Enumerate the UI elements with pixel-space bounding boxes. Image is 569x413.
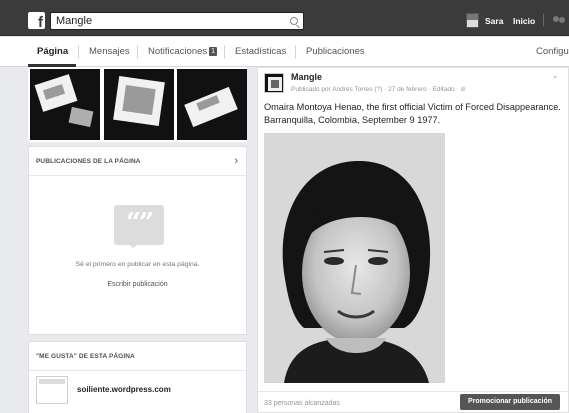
top-navigation-bar: f Mangle Sara Inicio <box>0 0 569 36</box>
page-tabs-bar: Página Mensajes Notificaciones 1 Estadíst… <box>0 37 569 67</box>
chevron-down-icon[interactable]: ⌄ <box>551 70 559 81</box>
portrait-photo <box>264 133 445 383</box>
tab-separator <box>78 45 79 59</box>
panel-divider <box>29 370 246 371</box>
tab-separator <box>224 45 225 59</box>
tab-mensajes[interactable]: Mensajes <box>89 46 130 57</box>
post-author-avatar[interactable] <box>264 73 284 93</box>
top-divider <box>543 14 544 26</box>
post-divider <box>258 391 568 392</box>
search-icon[interactable] <box>290 17 298 25</box>
liked-page-link[interactable]: soiliente.wordpress.com <box>77 385 171 394</box>
page-likes-panel: "ME GUSTA" DE ESTA PÁGINA soiliente.word… <box>28 341 247 413</box>
liked-page-thumbnail[interactable] <box>36 376 68 404</box>
page-posts-panel: PUBLICACIONES DE LA PÁGINA › “” Sé el pr… <box>28 146 247 335</box>
page-photo-2[interactable] <box>104 69 174 140</box>
search-input[interactable]: Mangle <box>50 12 304 30</box>
friends-icon[interactable] <box>553 16 567 26</box>
page-photo-3[interactable] <box>177 69 247 140</box>
search-value: Mangle <box>56 15 93 27</box>
page-photo-1[interactable] <box>30 69 100 140</box>
home-link[interactable]: Inicio <box>513 16 535 26</box>
tab-estadisticas[interactable]: Estadísticas <box>235 46 286 57</box>
write-post-link[interactable]: Escribir publicación <box>29 281 246 288</box>
quote-bubble-icon: “” <box>114 205 164 248</box>
post-photo[interactable] <box>264 133 445 383</box>
tab-separator <box>137 45 138 59</box>
panel-divider <box>29 175 246 176</box>
tab-notificaciones[interactable]: Notificaciones 1 <box>148 46 218 57</box>
promote-post-button[interactable]: Promocionar publicación <box>460 394 560 410</box>
post-text: Omaira Montoya Henao, the first official… <box>264 102 561 125</box>
user-avatar[interactable] <box>466 13 479 28</box>
post-card: Mangle Publicado por Andrés Torres (?) ·… <box>257 67 569 413</box>
post-author-name[interactable]: Mangle <box>291 72 322 82</box>
user-name-link[interactable]: Sara <box>485 16 503 26</box>
photo-strip <box>28 67 247 142</box>
tab-configuracion[interactable]: Configu <box>536 46 569 57</box>
facebook-page-window: f Mangle Sara Inicio Página Mensajes Not… <box>0 0 569 413</box>
page-posts-title[interactable]: PUBLICACIONES DE LA PÁGINA <box>36 158 141 165</box>
empty-posts-message: Sé el primero en publicar en esta página… <box>75 261 200 268</box>
tab-separator <box>295 45 296 59</box>
tab-pagina[interactable]: Página <box>37 46 68 57</box>
tab-publicaciones[interactable]: Publicaciones <box>306 46 365 57</box>
page-likes-title[interactable]: "ME GUSTA" DE ESTA PÁGINA <box>36 353 135 360</box>
post-reach: 33 personas alcanzadas <box>264 400 340 407</box>
notification-badge: 1 <box>209 47 218 56</box>
facebook-logo[interactable]: f <box>28 12 45 31</box>
post-meta: Publicado por Andrés Torres (?) · 27 de … <box>291 86 466 93</box>
chevron-right-icon[interactable]: › <box>234 155 238 167</box>
